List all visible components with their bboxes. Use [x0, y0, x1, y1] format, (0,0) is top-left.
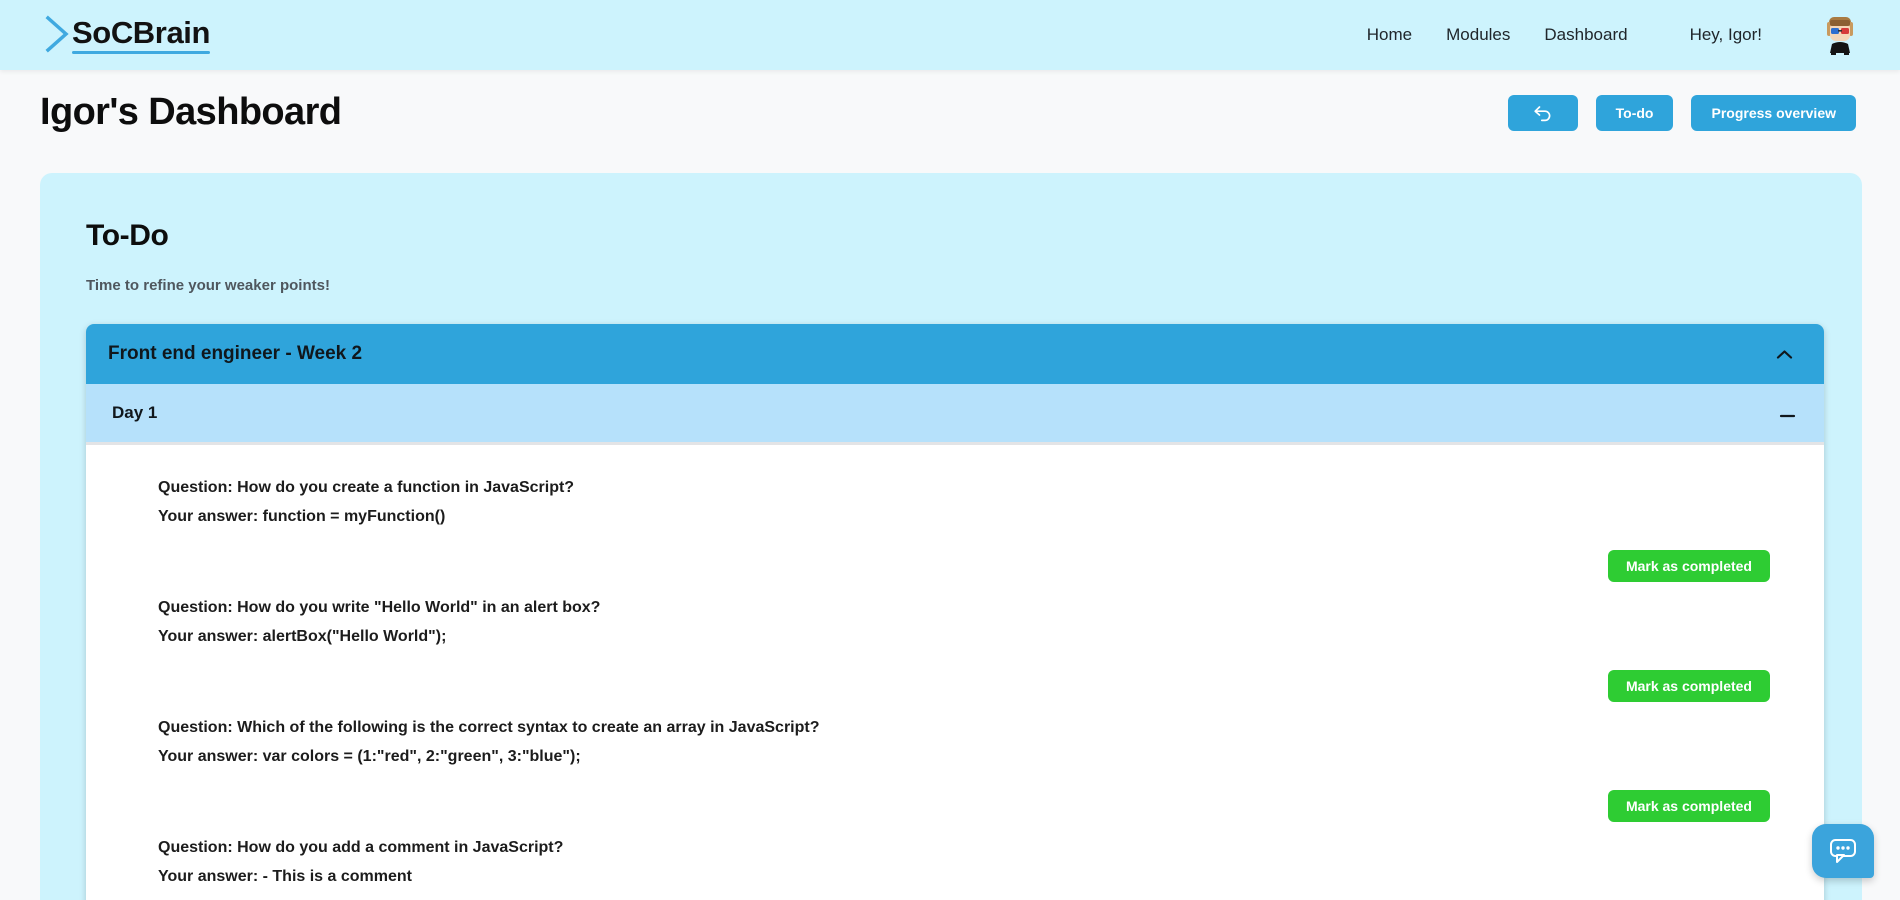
todo-question-item: Question: How do you write "Hello World"…	[86, 593, 1824, 713]
todo-button[interactable]: To-do	[1595, 94, 1674, 131]
nav-links: Home Modules Dashboard Hey, Igor!	[1333, 13, 1862, 57]
nav-item-dashboard[interactable]: Dashboard	[1544, 25, 1627, 45]
todo-question-item: Question: Which of the following is the …	[86, 713, 1824, 833]
back-button[interactable]	[1507, 94, 1578, 131]
todo-accordion: Front end engineer - Week 2 Day 1 Questi…	[86, 324, 1824, 900]
user-greeting: Hey, Igor!	[1689, 25, 1762, 44]
page-title: Igor's Dashboard	[40, 91, 342, 133]
mark-as-completed-button[interactable]: Mark as completed	[1607, 550, 1770, 582]
progress-overview-button[interactable]: Progress overview	[1691, 94, 1856, 131]
todo-heading: To-Do	[86, 219, 169, 252]
question-text: Question: How do you add a comment in Ja…	[158, 839, 564, 856]
page-header: Igor's Dashboard To-do Progress overview	[0, 70, 1900, 155]
accordion-content: Question: How do you create a function i…	[86, 445, 1824, 900]
answer-text: Your answer: - This is a comment	[158, 868, 412, 885]
minus-icon[interactable]	[1779, 408, 1796, 419]
question-text: Question: How do you create a function i…	[158, 479, 575, 496]
top-navbar: SoCBrain Home Modules Dashboard Hey, Igo…	[0, 0, 1900, 70]
todo-card: To-Do Time to refine your weaker points!…	[40, 173, 1862, 900]
chevron-up-icon[interactable]	[1772, 342, 1796, 366]
question-text: Question: Which of the following is the …	[158, 719, 820, 736]
nav-item-home[interactable]: Home	[1367, 25, 1412, 45]
todo-question-item: Question: How do you create a function i…	[86, 473, 1824, 593]
mark-as-completed-button[interactable]: Mark as completed	[1607, 670, 1770, 702]
user-avatar-icon[interactable]	[1818, 13, 1862, 57]
brand-name: SoCBrain	[72, 15, 211, 50]
accordion-day-label: Day 1	[112, 403, 158, 422]
answer-text: Your answer: alertBox("Hello World");	[158, 628, 447, 645]
chat-bubble-icon	[1830, 839, 1856, 863]
header-actions: To-do Progress overview	[1507, 94, 1856, 131]
accordion-week-label: Front end engineer - Week 2	[108, 343, 363, 364]
chevron-right-icon	[45, 15, 69, 53]
nav-item-modules[interactable]: Modules	[1446, 25, 1510, 45]
mark-as-completed-button[interactable]: Mark as completed	[1607, 790, 1770, 822]
undo-arrow-icon	[1533, 105, 1551, 121]
brand-underline	[72, 51, 211, 54]
question-text: Question: How do you write "Hello World"…	[158, 599, 601, 616]
accordion-week-header[interactable]: Front end engineer - Week 2	[86, 324, 1824, 384]
answer-text: Your answer: var colors = (1:"red", 2:"g…	[158, 748, 581, 765]
todo-subtitle: Time to refine your weaker points!	[86, 277, 330, 294]
accordion-day-header[interactable]: Day 1	[86, 384, 1824, 445]
todo-question-item: Question: How do you add a comment in Ja…	[86, 833, 1824, 900]
chat-widget-button[interactable]	[1812, 824, 1874, 878]
answer-text: Your answer: function = myFunction()	[158, 508, 446, 525]
brand-logo[interactable]: SoCBrain	[44, 0, 210, 70]
